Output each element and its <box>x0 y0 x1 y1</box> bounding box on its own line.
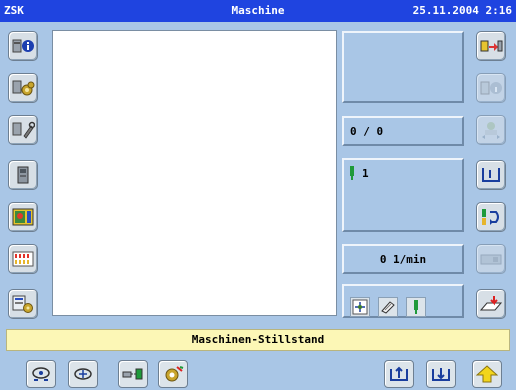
frame-move-small-button[interactable] <box>350 297 370 317</box>
frame-move-small-icon <box>352 299 368 315</box>
stitch-counter: 0 / 0 <box>350 125 384 138</box>
design-colors-button[interactable] <box>8 202 38 232</box>
boring-device-icon <box>480 254 502 265</box>
settings-gear-button[interactable] <box>158 360 188 388</box>
frame-lower-button[interactable] <box>476 160 506 190</box>
frame-down-icon <box>432 368 450 381</box>
start-embroidery-icon <box>479 296 503 311</box>
datetime-display: 25.11.2004 2:16 <box>412 4 512 17</box>
frame-center-button[interactable] <box>26 360 56 388</box>
needle-panel: 1 <box>342 158 464 232</box>
head-info-button[interactable] <box>476 73 506 103</box>
machine-speed: 0 1/min <box>379 253 427 266</box>
needle-small-icon <box>414 300 418 314</box>
title-bar: ZSK Maschine 25.11.2004 2:16 <box>0 0 516 22</box>
thread-change-icon <box>482 209 499 225</box>
needle-move-button[interactable] <box>118 360 148 388</box>
machine-gears-icon <box>12 80 35 96</box>
info-panel-top <box>342 31 464 103</box>
thread-change-button[interactable] <box>476 202 506 232</box>
frame-lower-icon <box>482 168 500 182</box>
speed-panel: 0 1/min <box>342 244 464 274</box>
design-small-icon <box>381 301 395 314</box>
machine-service-icon <box>12 121 35 139</box>
frame-down-button[interactable] <box>426 360 456 388</box>
frame-move-button[interactable] <box>476 115 506 145</box>
stitch-counter-panel: 0 / 0 <box>342 116 464 146</box>
arrow-up-button[interactable] <box>472 360 502 388</box>
design-settings-button[interactable] <box>8 289 38 319</box>
machine-info-button[interactable] <box>8 31 38 61</box>
machine-gears-button[interactable] <box>8 73 38 103</box>
start-embroidery-button[interactable] <box>476 289 506 319</box>
design-preview-area[interactable] <box>52 30 337 316</box>
frame-move-icon <box>482 122 500 139</box>
design-small-button[interactable] <box>378 297 398 317</box>
transfer-design-icon <box>480 40 503 52</box>
status-bar: Maschinen-Stillstand <box>6 329 510 351</box>
frame-up-icon <box>390 366 408 381</box>
needle-number: 1 <box>362 167 369 180</box>
memory-card-button[interactable] <box>8 160 38 190</box>
frame-center-icon <box>32 367 50 381</box>
needle-move-icon <box>122 368 143 380</box>
needle-small-button[interactable] <box>406 297 426 317</box>
settings-gear-icon <box>165 366 184 382</box>
color-sequence-button[interactable] <box>8 244 38 274</box>
head-info-icon <box>480 81 502 95</box>
transfer-design-button[interactable] <box>476 31 506 61</box>
frame-origin-icon <box>74 368 92 380</box>
needle-green-icon <box>350 166 354 180</box>
frame-origin-button[interactable] <box>68 360 98 388</box>
machine-info-icon <box>12 39 34 53</box>
frame-up-button[interactable] <box>384 360 414 388</box>
boring-device-button[interactable] <box>476 244 506 274</box>
color-sequence-icon <box>12 251 34 267</box>
machine-service-button[interactable] <box>8 115 38 145</box>
design-settings-icon <box>12 295 33 313</box>
design-colors-icon <box>12 208 34 226</box>
arrow-up-icon <box>476 365 498 383</box>
memory-card-icon <box>17 166 29 184</box>
